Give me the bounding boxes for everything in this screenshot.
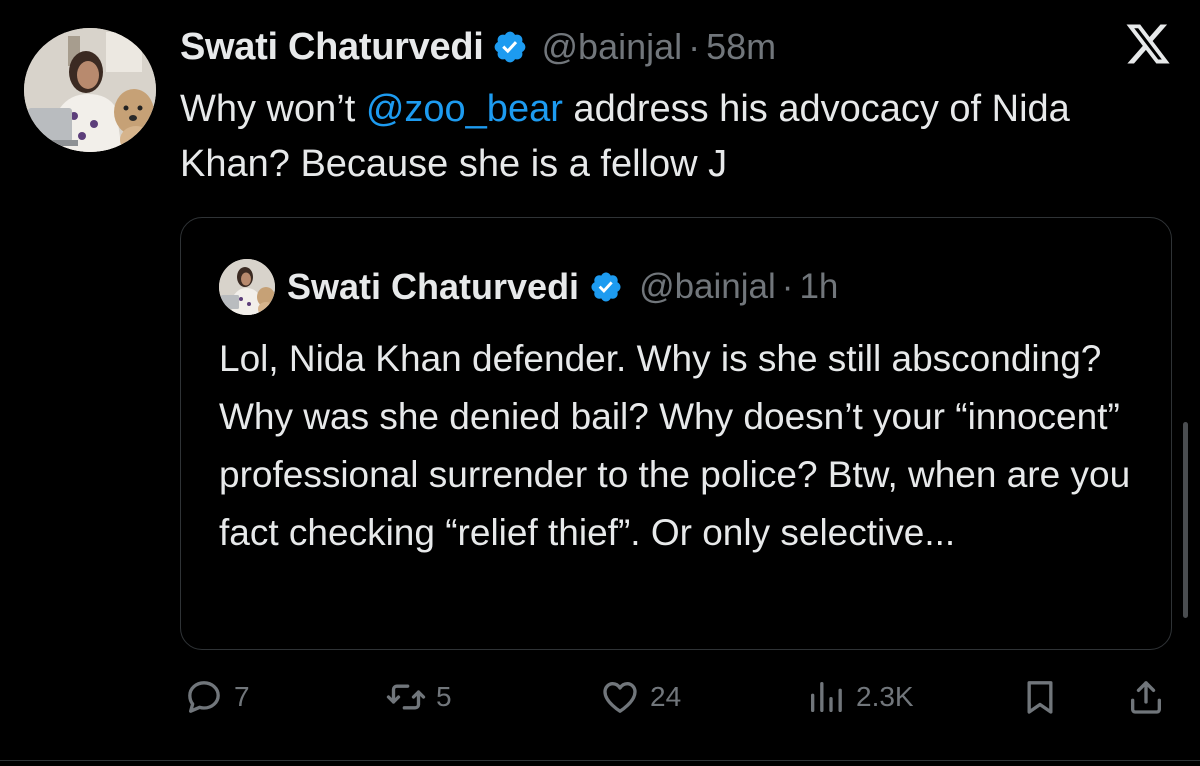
quoted-author-handle[interactable]: @bainjal <box>639 267 776 307</box>
author-avatar-image <box>24 28 156 152</box>
tweet-text: Why won’t @zoo_bear address his advocacy… <box>180 82 1140 192</box>
views-icon <box>811 682 842 712</box>
heart-icon <box>603 682 637 713</box>
views-button[interactable]: 2.3K <box>806 672 914 722</box>
quoted-tweet-timestamp[interactable]: 1h <box>799 267 838 307</box>
reply-button[interactable]: 7 <box>184 672 250 722</box>
like-count: 24 <box>650 681 682 712</box>
author-display-name[interactable]: Swati Chaturvedi <box>180 26 484 69</box>
tweet-timestamp[interactable]: 58m <box>706 26 776 68</box>
author-handle[interactable]: @bainjal <box>542 26 683 68</box>
bookmark-icon <box>1027 681 1053 714</box>
quoted-author-display-name[interactable]: Swati Chaturvedi <box>287 266 579 308</box>
views-count: 2.3K <box>856 681 914 712</box>
tweet-text-start: Why won’t <box>180 88 366 130</box>
share-button[interactable] <box>1126 672 1166 722</box>
like-button[interactable]: 24 <box>600 672 681 722</box>
share-icon <box>1131 681 1161 714</box>
mention-link[interactable]: @zoo_bear <box>366 88 563 130</box>
tweet-header: Swati Chaturvedi @bainjal · 58m <box>180 22 776 72</box>
scrollbar[interactable] <box>1183 422 1188 618</box>
tweet-action-bar: 7 5 24 2.3K <box>0 672 1200 722</box>
bookmark-button[interactable] <box>1020 672 1060 722</box>
verified-badge-icon[interactable] <box>492 29 528 65</box>
reply-icon <box>188 681 220 713</box>
repost-button[interactable]: 5 <box>386 672 452 722</box>
quoted-verified-badge-icon[interactable] <box>589 270 623 304</box>
repost-icon <box>386 684 426 710</box>
bottom-divider <box>0 760 1200 761</box>
repost-count: 5 <box>436 681 452 712</box>
quoted-header-separator: · <box>781 267 794 306</box>
quoted-author-avatar-image <box>219 259 275 315</box>
reply-count: 7 <box>234 681 250 712</box>
quoted-tweet-card[interactable]: Swati Chaturvedi @bainjal · 1h Lol, Nida… <box>180 217 1172 650</box>
quoted-tweet-text: Lol, Nida Khan defender. Why is she stil… <box>219 338 1131 553</box>
quoted-tweet-header: Swati Chaturvedi @bainjal · 1h <box>219 258 838 316</box>
header-separator: · <box>688 26 701 67</box>
author-avatar[interactable] <box>24 28 156 152</box>
x-logo-icon[interactable] <box>1124 20 1172 68</box>
quoted-author-avatar[interactable] <box>219 259 275 315</box>
